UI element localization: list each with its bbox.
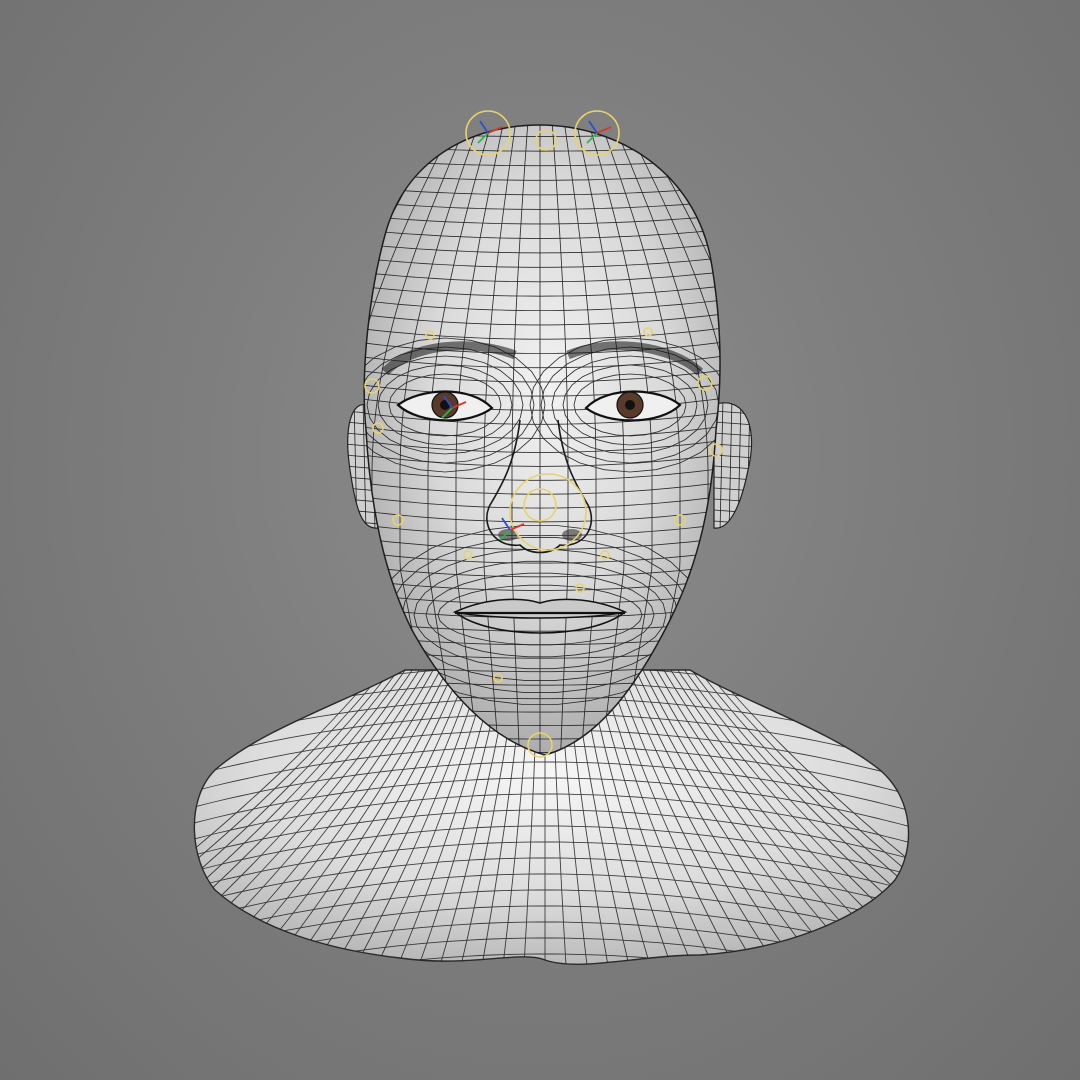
ear-wire [714,532,755,535]
axis-gizmo-icon [479,120,489,134]
head-wire-ring [340,116,740,122]
body-wire-ring [194,953,909,965]
ear-wire [714,402,752,404]
ear-wire [347,404,349,529]
head-mesh[interactable] [148,116,932,760]
3d-viewport[interactable] [0,0,1080,1080]
head-wire-meridian [364,125,373,755]
body-wire-ring [180,970,912,1019]
axis-gizmo-icon [596,126,612,134]
wireframe-head-model[interactable] [0,0,1080,1080]
ear-wire [345,532,380,535]
